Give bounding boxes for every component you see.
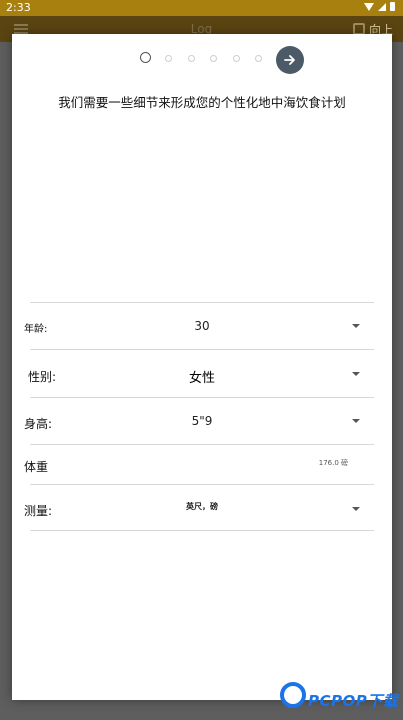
signal-icon: [378, 2, 386, 11]
stepper: [12, 46, 392, 74]
height-value: 5"9: [191, 414, 213, 428]
next-button[interactable]: [276, 46, 304, 74]
step-dot-3: [188, 55, 195, 62]
battery-icon: [390, 2, 395, 11]
page-heading: 我们需要一些细节来形成您的个性化地中海饮食计划: [58, 95, 346, 110]
gender-value: 女性: [188, 371, 215, 386]
divider: [30, 349, 374, 350]
step-dot-2: [165, 55, 172, 62]
weight-label: 体重: [24, 460, 49, 474]
divider: [30, 444, 374, 445]
status-bar: 2:33: [0, 0, 403, 16]
weight-value[interactable]: 176.0 磅: [319, 458, 348, 468]
divider: [30, 302, 374, 303]
gender-dropdown-arrow-icon[interactable]: [352, 372, 360, 376]
step-dot-5: [233, 55, 240, 62]
age-dropdown-arrow-icon[interactable]: [352, 324, 360, 328]
wifi-icon: [364, 2, 374, 11]
status-icons: [364, 2, 395, 11]
step-dot-6: [255, 55, 262, 62]
divider: [30, 484, 374, 485]
step-dot-4: [210, 55, 217, 62]
age-value: 30: [194, 319, 210, 333]
status-time: 2:33: [6, 1, 31, 14]
step-dot-1: [140, 52, 151, 63]
divider: [30, 397, 374, 398]
watermark-circle-icon: [280, 682, 306, 708]
watermark-logo: PCPOP下载: [278, 682, 400, 716]
divider: [30, 530, 374, 531]
height-dropdown-arrow-icon[interactable]: [352, 419, 360, 423]
measure-dropdown-arrow-icon[interactable]: [352, 507, 360, 511]
onboarding-dialog: 我们需要一些细节来形成您的个性化地中海饮食计划 年龄: 30 性别: 女性 身高…: [12, 34, 392, 700]
watermark-text: PCPOP下载: [308, 692, 399, 710]
arrow-right-icon: [284, 55, 295, 65]
measure-value: 英尺，磅: [186, 502, 218, 511]
